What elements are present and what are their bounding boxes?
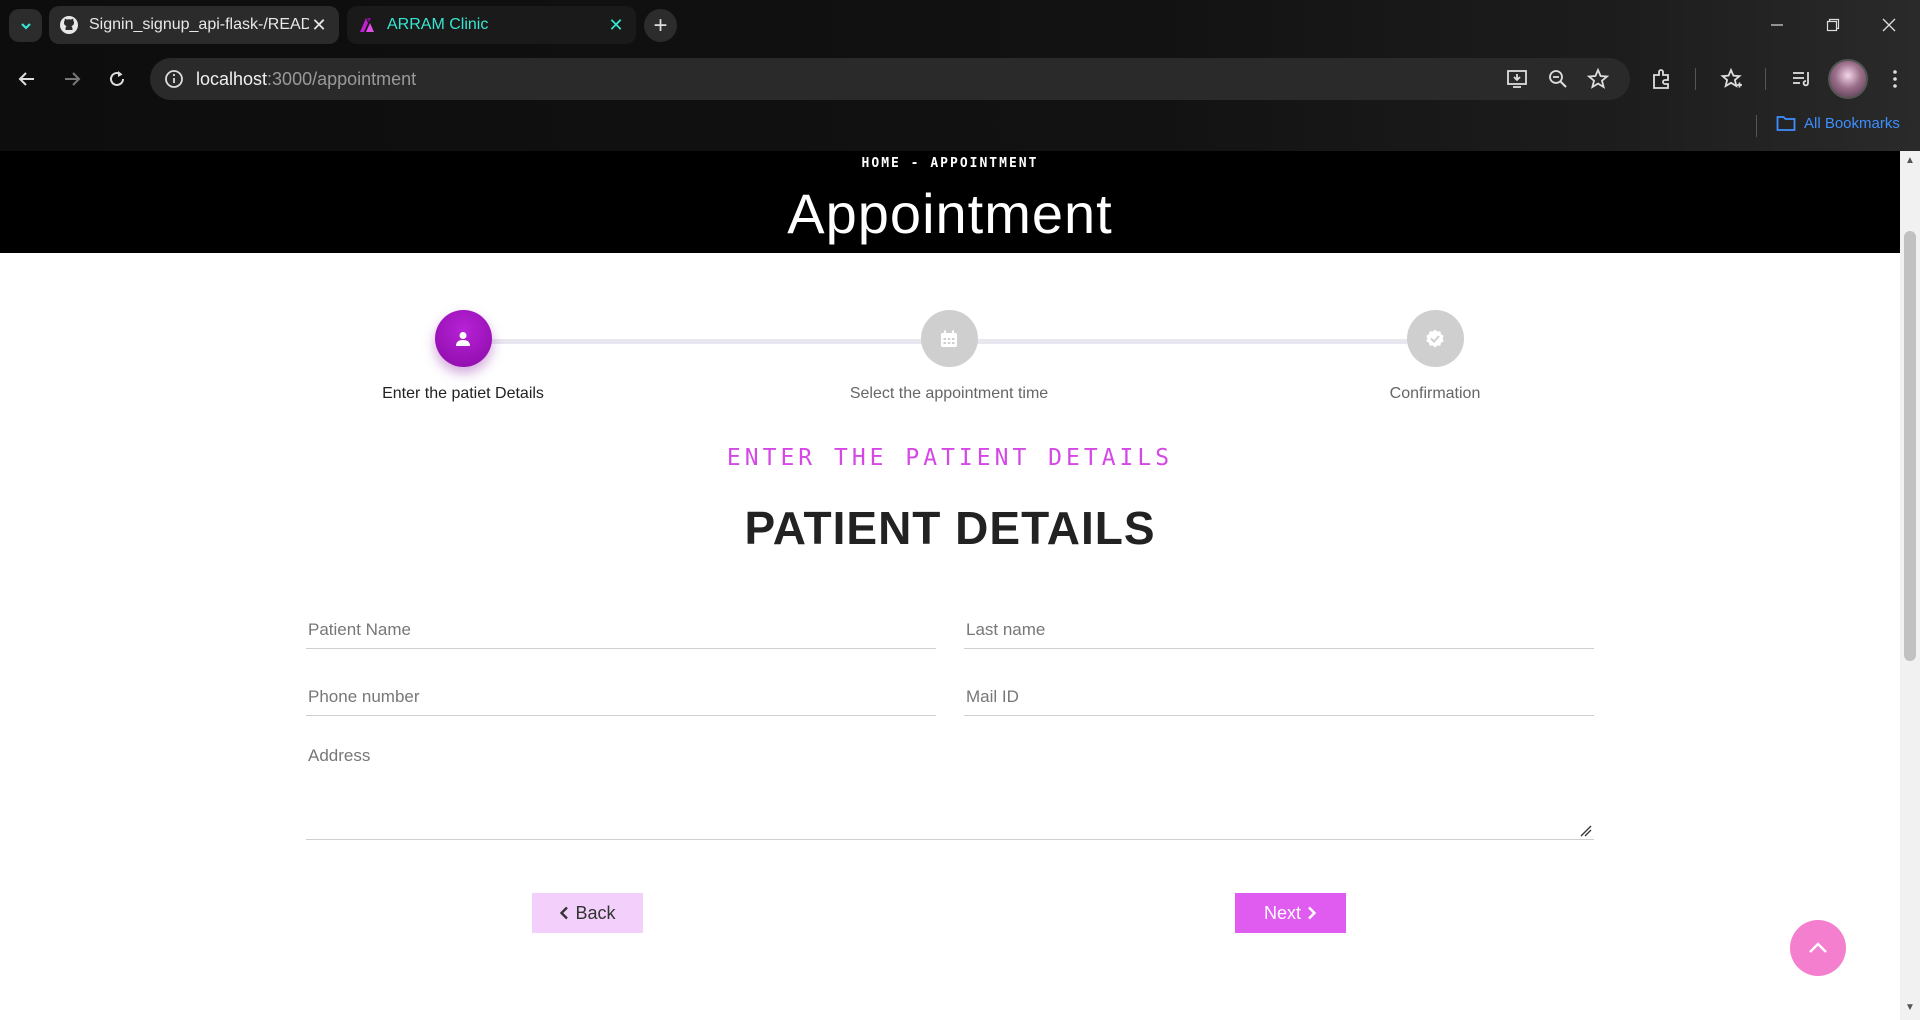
- step-indicator: [434, 310, 492, 367]
- patient-name-input[interactable]: [306, 611, 936, 649]
- install-app-icon[interactable]: [1505, 67, 1529, 91]
- scroll-up-arrow-icon[interactable]: ▲: [1904, 155, 1916, 167]
- more-menu-icon[interactable]: [1883, 67, 1907, 91]
- folder-icon: [1776, 116, 1796, 131]
- next-button[interactable]: Next: [1235, 893, 1346, 933]
- tab-github-readme[interactable]: Signin_signup_api-flask-/READM ✕: [49, 6, 339, 44]
- step-label: Select the appointment time: [849, 385, 1049, 402]
- chevron-right-icon: [1308, 906, 1317, 920]
- back-button-label: Back: [575, 902, 616, 923]
- person-icon: [456, 331, 470, 346]
- plus-icon: +: [653, 11, 668, 39]
- url-text[interactable]: localhost:3000/appointment: [196, 69, 416, 90]
- step-confirmation[interactable]: Confirmation: [1255, 306, 1615, 403]
- scroll-to-top-button[interactable]: [1790, 920, 1846, 976]
- minimize-button[interactable]: [1755, 6, 1799, 44]
- scroll-down-arrow-icon[interactable]: ▼: [1904, 1002, 1916, 1014]
- step-indicator: [1406, 310, 1464, 367]
- arrow-right-icon: [65, 72, 81, 86]
- calendar-icon: [941, 330, 957, 347]
- url-path: :3000/appointment: [267, 69, 417, 89]
- zoom-icon[interactable]: [1546, 67, 1570, 91]
- site-info-icon[interactable]: [162, 67, 186, 91]
- phone-number-input[interactable]: [306, 678, 936, 716]
- close-icon[interactable]: ✕: [309, 15, 329, 36]
- address-bar[interactable]: localhost:3000/appointment: [150, 58, 1630, 100]
- profile-avatar[interactable]: [1828, 59, 1868, 99]
- reload-button[interactable]: [97, 59, 137, 99]
- browser-chrome: Signin_signup_api-flask-/READM ✕ ARRAM C…: [0, 0, 1920, 151]
- scrollbar-thumb[interactable]: [1904, 231, 1916, 661]
- bookmarks-bar: All Bookmarks: [0, 108, 1920, 142]
- close-window-button[interactable]: [1867, 6, 1911, 44]
- url-host: localhost: [196, 69, 268, 89]
- chevron-left-icon: [560, 906, 569, 920]
- bookmarks-separator: [1756, 115, 1757, 137]
- forward-nav-button[interactable]: [52, 59, 92, 99]
- back-nav-button[interactable]: [7, 59, 47, 99]
- toolbar-separator: [1765, 68, 1766, 90]
- github-icon: [60, 16, 78, 34]
- back-button[interactable]: Back: [532, 893, 643, 933]
- tab-arram-clinic[interactable]: ARRAM Clinic ✕: [347, 6, 636, 44]
- page-scrollbar[interactable]: ▲ ▼: [1900, 151, 1920, 1020]
- step-appointment-time[interactable]: Select the appointment time: [769, 306, 1129, 403]
- form-heading: PATIENT DETAILS: [744, 502, 1156, 554]
- tab-title: ARRAM Clinic: [387, 16, 489, 33]
- next-button-label: Next: [1263, 902, 1301, 923]
- tab-title: Signin_signup_api-flask-/READM: [89, 16, 309, 33]
- form-subheading: ENTER THE PATIENT DETAILS: [726, 445, 1174, 471]
- toolbar-separator: [1695, 68, 1696, 90]
- favorites-icon[interactable]: [1720, 67, 1744, 91]
- close-icon[interactable]: ✕: [606, 15, 626, 36]
- step-label: Confirmation: [1389, 385, 1481, 402]
- restore-button[interactable]: [1811, 6, 1855, 44]
- browser-toolbar: localhost:3000/appointment: [0, 55, 1920, 103]
- arrow-left-icon: [18, 72, 34, 86]
- tab-search-button[interactable]: [9, 9, 42, 42]
- bookmark-star-icon[interactable]: [1586, 67, 1610, 91]
- mail-id-input[interactable]: [964, 678, 1594, 716]
- media-controls-icon[interactable]: [1790, 67, 1814, 91]
- reload-icon: [110, 71, 124, 86]
- close-icon: [1882, 18, 1896, 32]
- page-hero: HOME - APPOINTMENT Appointment: [0, 151, 1900, 253]
- chevron-up-icon: [1809, 942, 1827, 953]
- all-bookmarks-button[interactable]: All Bookmarks: [1776, 114, 1900, 132]
- page-title: Appointment: [787, 182, 1113, 245]
- step-indicator: [920, 310, 978, 367]
- clinic-logo-icon: [360, 18, 374, 32]
- appointment-stepper: Enter the patiet Details Select the appo…: [0, 306, 1900, 416]
- tab-strip: Signin_signup_api-flask-/READM ✕ ARRAM C…: [0, 0, 1920, 50]
- all-bookmarks-label: All Bookmarks: [1804, 114, 1900, 132]
- breadcrumb: HOME - APPOINTMENT: [861, 156, 1039, 171]
- step-patient-details[interactable]: Enter the patiet Details: [283, 306, 643, 403]
- resize-handle-icon[interactable]: [1580, 825, 1592, 837]
- last-name-input[interactable]: [964, 611, 1594, 649]
- page-content: HOME - APPOINTMENT Appointment Enter the…: [0, 151, 1900, 1020]
- verified-check-icon: [1426, 329, 1444, 347]
- step-label: Enter the patiet Details: [382, 385, 544, 402]
- address-textarea[interactable]: [306, 732, 1594, 840]
- new-tab-button[interactable]: +: [644, 9, 677, 42]
- extensions-icon[interactable]: [1650, 67, 1674, 91]
- chevron-down-icon: [20, 22, 31, 30]
- minimize-icon: [1771, 24, 1783, 26]
- restore-icon: [1826, 18, 1840, 32]
